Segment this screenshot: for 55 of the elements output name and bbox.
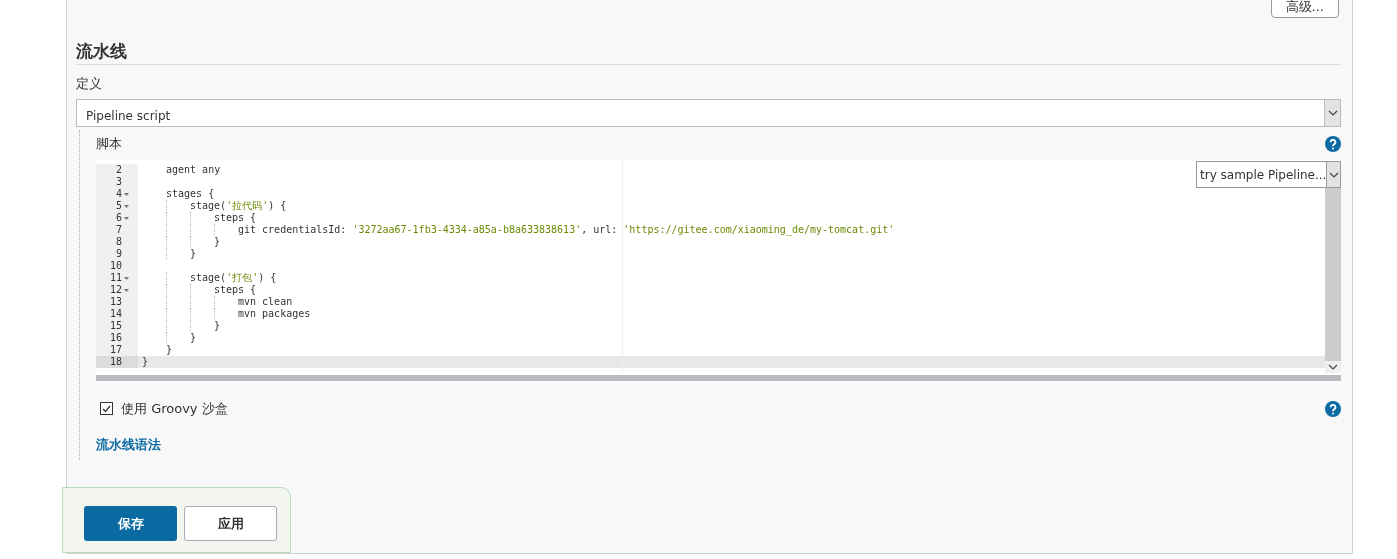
fold-arrow-icon[interactable] <box>123 288 129 292</box>
fold-arrow-icon[interactable] <box>123 204 129 208</box>
apply-button[interactable]: 应用 <box>184 506 277 541</box>
line-number: 10 <box>109 260 122 272</box>
sample-select[interactable]: try sample Pipeline... <box>1196 161 1341 188</box>
code-line: } <box>190 332 197 344</box>
chevron-down-icon <box>1328 171 1339 178</box>
field-label: 定义 <box>76 75 103 93</box>
code-line: stage('拉代码') { <box>190 200 287 212</box>
code-line: } <box>214 236 221 248</box>
help-icon[interactable] <box>1325 136 1341 152</box>
code-line: git credentialsId: '3272aa67-1fb3-4334-a85a-b8a633838613', url: 'https://gitee.com/xiaoming_de/my-tomcat.git' <box>238 224 895 236</box>
code-line: } <box>214 320 221 332</box>
line-number: 13 <box>109 296 122 308</box>
vertical-scrollbar[interactable] <box>1325 188 1341 373</box>
code-line: } <box>166 344 173 356</box>
code-line: } <box>142 356 149 368</box>
fold-arrow-icon[interactable] <box>123 192 129 196</box>
code-line: mvn packages <box>238 308 311 320</box>
line-number: 18 <box>109 356 122 368</box>
line-number: 11 <box>109 272 122 284</box>
save-button[interactable]: 保存 <box>84 506 177 541</box>
line-number: 9 <box>115 248 122 260</box>
line-number: 7 <box>115 224 122 236</box>
line-number: 17 <box>109 344 122 356</box>
line-number: 8 <box>115 236 122 248</box>
line-number: 12 <box>109 284 122 296</box>
fold-arrow-icon[interactable] <box>123 216 129 220</box>
chevron-down-icon <box>1327 110 1338 116</box>
line-number: 16 <box>109 332 122 344</box>
line-number: 4 <box>115 188 122 200</box>
checkbox-label: 使用 Groovy 沙盒 <box>121 400 228 418</box>
code-line: stages { <box>166 188 215 200</box>
line-number: 14 <box>109 308 122 320</box>
code-line: steps { <box>214 212 257 224</box>
chevron-down-icon <box>1328 364 1338 370</box>
line-number: 3 <box>115 176 122 188</box>
code-line: agent any <box>166 164 221 176</box>
code-line: } <box>190 248 197 260</box>
advanced-button[interactable]: 高级... <box>1270 0 1339 18</box>
checkbox[interactable] <box>100 402 113 416</box>
definition-select[interactable]: Pipeline script <box>76 99 1341 127</box>
fold-arrow-icon[interactable] <box>123 276 129 280</box>
code-line: steps { <box>214 284 257 296</box>
horizontal-scrollbar[interactable] <box>96 375 1341 381</box>
line-number: 6 <box>115 212 122 224</box>
line-number: 15 <box>109 320 122 332</box>
code-line: mvn clean <box>238 296 293 308</box>
line-number: 2 <box>115 164 122 176</box>
help-icon[interactable] <box>1325 400 1341 417</box>
code-line: stage('打包') { <box>190 272 277 284</box>
line-number: 5 <box>115 200 122 212</box>
field-label: 脚本 <box>96 135 122 154</box>
syntax-link[interactable]: 流水线语法 <box>96 434 161 454</box>
section-title: 流水线 <box>76 40 1341 65</box>
